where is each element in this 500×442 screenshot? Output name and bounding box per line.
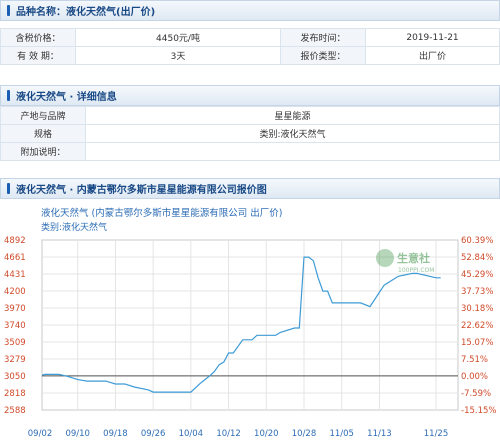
header-bar-icon: [7, 90, 10, 101]
y-left-tick-label: 4200: [4, 287, 26, 297]
y-left-tick-label: 3509: [4, 338, 26, 348]
y-left-tick-label: 3279: [4, 355, 26, 365]
y-left-tick-label: 3050: [4, 372, 26, 382]
x-tick-label: 11/13: [367, 429, 392, 439]
chart-section-title: 液化天然气 · 内蒙古鄂尔多斯市星星能源有限公司报价图: [16, 185, 267, 196]
validity-value: 3天: [75, 46, 281, 65]
y-right-tick-label: -7.59%: [461, 389, 491, 399]
chart-header: 液化天然气 · 内蒙古鄂尔多斯市星星能源有限公司报价图: [0, 178, 500, 199]
y-right-tick-label: 52.84%: [461, 253, 493, 263]
price-info-table: 含税价格： 4450元/吨 发布时间： 2019-11-21 有 效 期： 3天…: [0, 28, 500, 65]
y-right-tick-label: -15.15%: [461, 406, 496, 416]
y-right-tick-label: 45.29%: [461, 270, 493, 280]
y-left-tick-label: 4431: [4, 270, 26, 280]
spec-value: 类别:液化天然气: [85, 124, 500, 143]
spec-label: 规格: [0, 124, 86, 143]
detail-header: 液化天然气 · 详细信息: [0, 85, 500, 106]
y-left-tick-label: 2818: [4, 389, 26, 399]
y-right-tick-label: 30.18%: [461, 304, 493, 314]
chart-title: 液化天然气 (内蒙古鄂尔多斯市星星能源有限公司 出厂价): [41, 207, 282, 219]
x-tick-label: 09/18: [103, 429, 128, 439]
origin-brand-label: 产地与品牌: [0, 106, 86, 125]
y-right-tick-label: 15.07%: [461, 338, 493, 348]
publish-time-value: 2019-11-21: [365, 28, 500, 47]
y-left-tick-label: 4892: [4, 236, 26, 246]
y-left-tick-label: 2588: [4, 406, 26, 416]
quote-type-value: 出厂价: [365, 46, 500, 65]
table-row: 产地与品牌 星星能源: [0, 106, 500, 125]
header-bar-icon: [7, 183, 10, 194]
price-label: 含税价格：: [0, 28, 76, 47]
x-tick-label: 10/04: [179, 429, 204, 439]
x-tick-label: 10/20: [254, 429, 279, 439]
table-row: 规格 类别:液化天然气: [0, 124, 500, 143]
y-right-tick-label: 60.39%: [461, 236, 493, 246]
y-left-tick-label: 3740: [4, 321, 26, 331]
table-row: 含税价格： 4450元/吨 发布时间： 2019-11-21: [0, 28, 500, 47]
detail-title: 液化天然气 · 详细信息: [16, 92, 117, 103]
product-name-title: 品种名称：液化天然气(出厂价): [16, 7, 156, 18]
price-chart-svg: 液化天然气 (内蒙古鄂尔多斯市星星能源有限公司 出厂价) 类别:液化天然气 4892…: [4, 207, 496, 439]
x-tick-label: 09/26: [141, 429, 166, 439]
x-tick-label: 09/10: [65, 429, 90, 439]
price-value: 4450元/吨: [75, 28, 281, 47]
watermark-icon: [376, 249, 394, 267]
table-row: 有 效 期： 3天 报价类型： 出厂价: [0, 46, 500, 65]
detail-table: 产地与品牌 星星能源 规格 类别:液化天然气 附加说明：: [0, 106, 500, 161]
watermark-text: 生意社: [397, 251, 430, 265]
y-right-tick-label: 37.73%: [461, 287, 493, 297]
y-right-tick-label: 7.51%: [461, 355, 488, 365]
x-tick-label: 10/12: [216, 429, 241, 439]
chart-subtitle: 类别:液化天然气: [41, 221, 107, 233]
x-tick-label: 11/05: [329, 429, 354, 439]
y-left-tick-label: 4661: [4, 253, 26, 263]
product-name-header: 品种名称：液化天然气(出厂价): [0, 0, 500, 21]
price-chart: 液化天然气 (内蒙古鄂尔多斯市星星能源有限公司 出厂价) 类别:液化天然气 4892…: [0, 200, 500, 442]
publish-time-label: 发布时间：: [280, 28, 366, 47]
validity-label: 有 效 期：: [0, 46, 76, 65]
note-value: [85, 142, 500, 161]
quote-type-label: 报价类型：: [280, 46, 366, 65]
note-label: 附加说明：: [0, 142, 86, 161]
x-tick-label: 09/02: [28, 429, 53, 439]
y-right-tick-label: 0.00%: [461, 372, 488, 382]
watermark-logo: [376, 249, 394, 267]
y-left-tick-label: 3970: [4, 304, 26, 314]
y-right-tick-label: 22.62%: [461, 321, 493, 331]
x-tick-label: 11/25: [424, 429, 449, 439]
origin-brand-value: 星星能源: [85, 106, 500, 125]
table-row: 附加说明：: [0, 142, 500, 161]
header-bar-icon: [7, 5, 10, 16]
x-tick-label: 10/28: [292, 429, 317, 439]
